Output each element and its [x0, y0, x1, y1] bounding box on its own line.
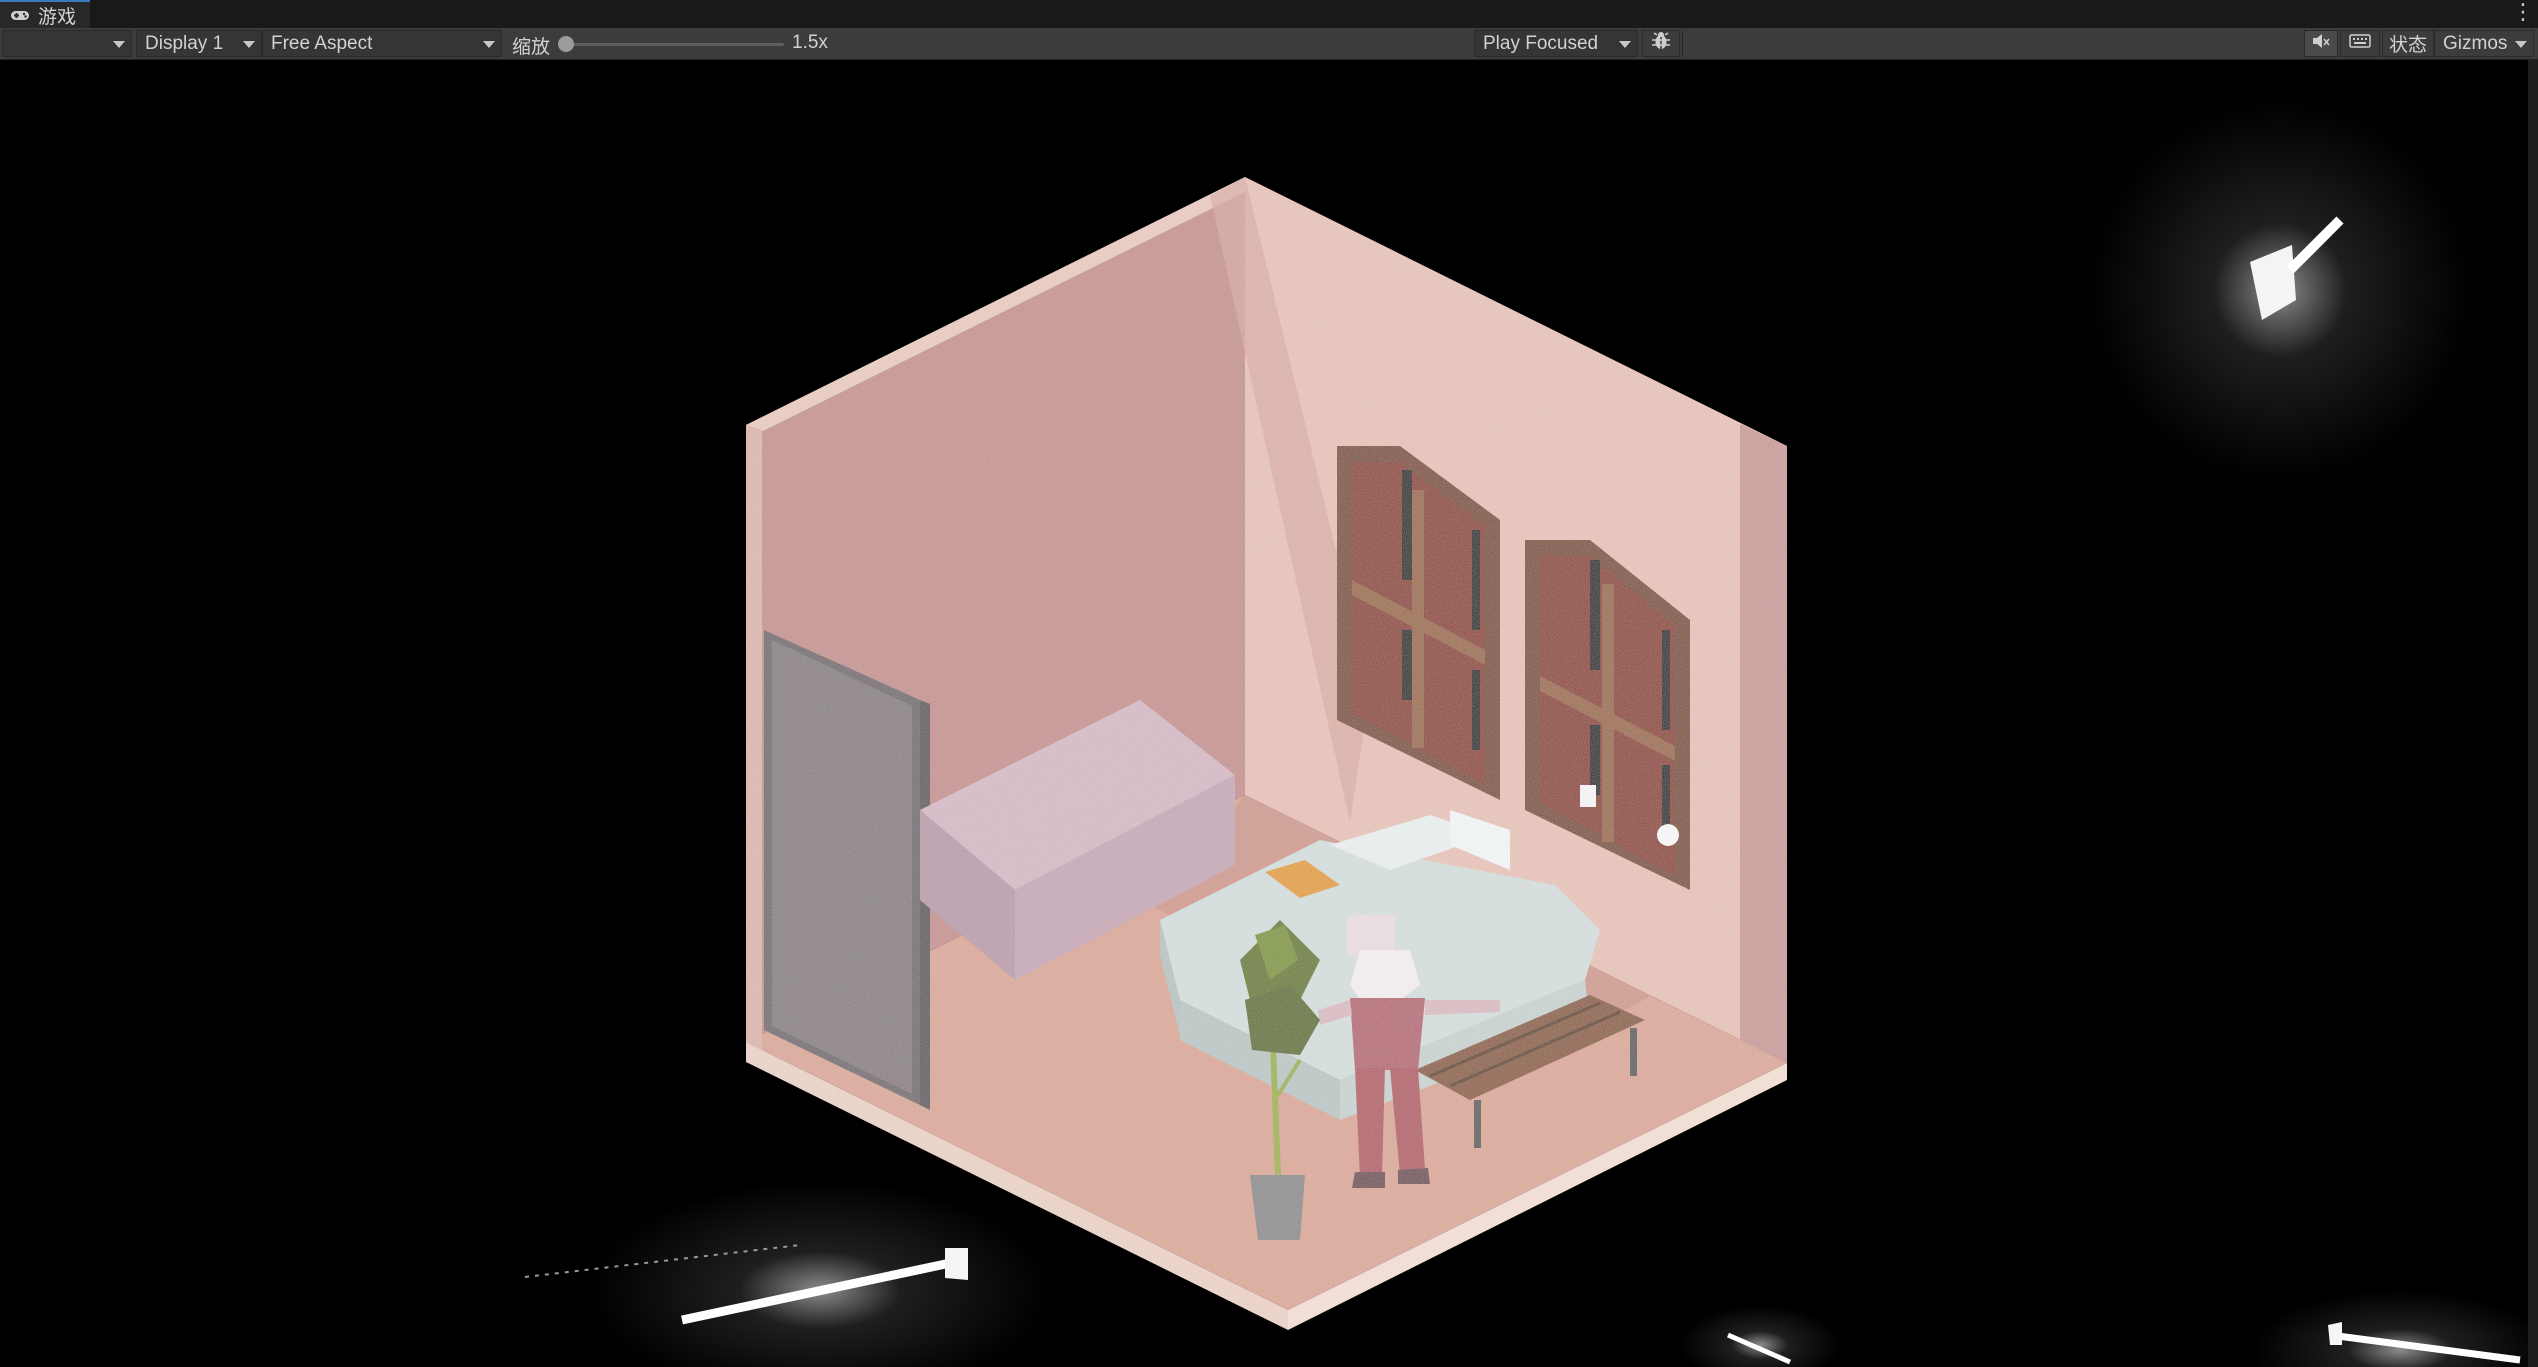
game-viewport[interactable]	[0, 60, 2538, 1367]
chevron-down-icon	[243, 41, 255, 48]
aspect-dropdown[interactable]: Free Aspect	[262, 30, 502, 57]
gizmos-dropdown[interactable]: Gizmos	[2434, 30, 2534, 57]
game-window: 游戏 ⋮ Display 1 Free Aspect 缩放 1.5x Play …	[0, 0, 2538, 1367]
bug-icon	[1650, 31, 1672, 57]
game-view-dropdown[interactable]	[2, 30, 132, 57]
display-dropdown-label: Display 1	[145, 32, 224, 54]
mute-audio-icon	[2311, 32, 2331, 56]
door	[764, 630, 930, 1110]
chevron-down-icon	[2515, 41, 2527, 48]
stats-label: 状态	[2388, 35, 2427, 56]
game-toolbar: Display 1 Free Aspect 缩放 1.5x Play Focus…	[0, 28, 2538, 60]
play-mode-dropdown[interactable]: Play Focused	[1474, 30, 1638, 57]
light-bottom-right	[2250, 1290, 2538, 1367]
aspect-dropdown-label: Free Aspect	[271, 32, 373, 54]
stats-shortcut-button[interactable]	[2340, 30, 2380, 57]
chevron-down-icon	[483, 41, 495, 48]
display-dropdown[interactable]: Display 1	[136, 30, 262, 57]
play-mode-label: Play Focused	[1483, 32, 1599, 54]
light-bottom-left	[524, 1180, 1050, 1367]
zoom-slider-thumb[interactable]	[558, 36, 574, 52]
viewport-scrollbar[interactable]	[2528, 60, 2538, 1367]
light-top-right	[2090, 100, 2470, 480]
isometric-room-render	[524, 100, 2538, 1367]
chevron-down-icon	[1619, 41, 1631, 48]
mute-audio-button[interactable]	[2304, 30, 2338, 57]
light-bottom-center	[1680, 1305, 1840, 1367]
tab-game[interactable]: 游戏	[0, 0, 91, 28]
zoom-slider-track[interactable]	[566, 43, 784, 46]
debug-button[interactable]	[1642, 30, 1680, 57]
zoom-value: 1.5x	[792, 32, 828, 53]
zoom-label: 缩放	[512, 37, 551, 58]
gamepad-icon	[10, 7, 32, 23]
tab-bar: 游戏 ⋮	[0, 0, 2538, 28]
right-wall-edge	[1740, 424, 1787, 1063]
more-vertical-icon[interactable]: ⋮	[2512, 2, 2534, 26]
toolbar-separator	[1682, 30, 1683, 57]
chevron-down-icon	[113, 41, 125, 48]
keyboard-icon	[2349, 33, 2371, 55]
gizmos-label: Gizmos	[2443, 32, 2508, 54]
tab-title: 游戏	[38, 6, 77, 28]
stats-button[interactable]: 状态	[2382, 30, 2434, 57]
